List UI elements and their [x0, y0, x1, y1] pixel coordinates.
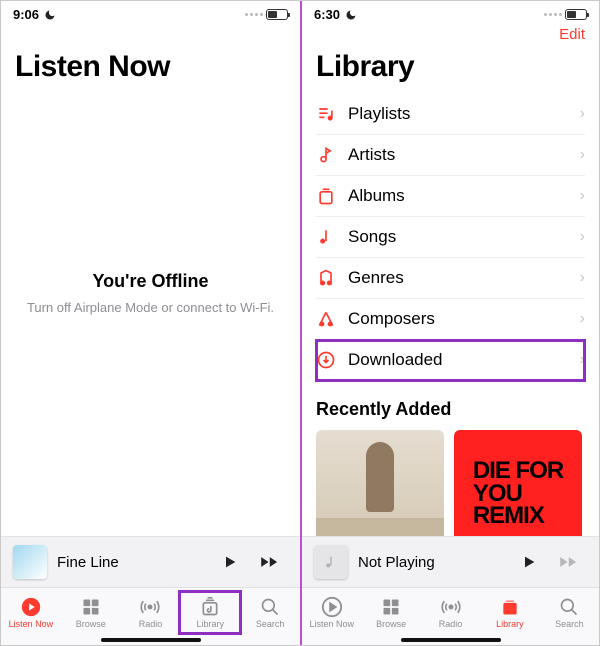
recently-added-grid[interactable]: DIE FORYOUREMIX	[302, 430, 599, 536]
chevron-right-icon: ›	[580, 105, 585, 123]
tab-listen-now[interactable]: Listen Now	[302, 592, 361, 633]
home-indicator[interactable]	[1, 635, 300, 645]
now-playing-track: Fine Line	[57, 554, 206, 571]
playlists-icon	[316, 104, 336, 124]
library-row-songs[interactable]: Songs ›	[316, 217, 585, 258]
play-circle-icon	[320, 596, 344, 618]
library-row-genres[interactable]: Genres ›	[316, 258, 585, 299]
radio-icon	[439, 596, 463, 618]
battery-icon	[565, 9, 587, 20]
play-icon[interactable]	[216, 554, 244, 570]
library-row-albums[interactable]: Albums ›	[316, 176, 585, 217]
tab-search[interactable]: Search	[540, 592, 599, 633]
tab-bar: Listen Now Browse Radio Library Search	[302, 587, 599, 635]
chevron-right-icon: ›	[580, 269, 585, 287]
page-title: Listen Now	[1, 44, 300, 94]
recently-added-header: Recently Added	[302, 381, 599, 430]
radio-icon	[138, 596, 162, 618]
artists-icon	[316, 145, 336, 165]
signal-dots	[544, 13, 562, 16]
library-row-composers[interactable]: Composers ›	[316, 299, 585, 340]
library-row-playlists[interactable]: Playlists ›	[316, 94, 585, 135]
library-row-downloaded[interactable]: Downloaded ›	[316, 340, 585, 381]
album-remix-text: DIE FORYOUREMIX	[473, 460, 563, 528]
tab-listen-now[interactable]: Listen Now	[1, 592, 61, 633]
edit-button[interactable]: Edit	[559, 26, 585, 43]
albums-icon	[316, 186, 336, 206]
tab-search[interactable]: Search	[240, 592, 300, 633]
page-title: Library	[302, 44, 599, 94]
tab-radio[interactable]: Radio	[121, 592, 181, 633]
forward-icon[interactable]	[254, 554, 288, 570]
offline-subtitle: Turn off Airplane Mode or connect to Wi-…	[15, 300, 286, 315]
status-bar: 9:06	[1, 1, 300, 24]
now-playing-bar[interactable]: Fine Line	[1, 536, 300, 587]
chevron-right-icon: ›	[580, 310, 585, 328]
tab-library[interactable]: Library	[180, 592, 240, 633]
album-art-1[interactable]	[316, 430, 444, 536]
battery-icon	[266, 9, 288, 20]
status-time: 9:06	[13, 7, 39, 22]
offline-title: You're Offline	[15, 271, 286, 292]
library-row-artists[interactable]: Artists ›	[316, 135, 585, 176]
play-icon[interactable]	[515, 554, 543, 570]
tab-radio[interactable]: Radio	[421, 592, 480, 633]
library-list: Playlists › Artists › Albums › Songs ›	[302, 94, 599, 381]
grid-icon	[379, 596, 403, 618]
status-time: 6:30	[314, 7, 340, 22]
phone-right: 6:30 Edit Library Playlists › Artists	[300, 1, 599, 645]
album-art-2[interactable]: DIE FORYOUREMIX	[454, 430, 582, 536]
now-playing-bar[interactable]: Not Playing	[302, 536, 599, 587]
signal-dots	[245, 13, 263, 16]
forward-icon[interactable]	[553, 554, 587, 570]
chevron-right-icon: ›	[580, 146, 585, 164]
now-playing-track: Not Playing	[358, 554, 505, 571]
composers-icon	[316, 309, 336, 329]
offline-message: You're Offline Turn off Airplane Mode or…	[1, 271, 300, 315]
play-circle-icon	[19, 596, 43, 618]
tab-library[interactable]: Library	[480, 592, 539, 633]
now-playing-art	[314, 545, 348, 579]
chevron-right-icon: ›	[580, 351, 585, 369]
library-icon	[498, 596, 522, 618]
now-playing-art	[13, 545, 47, 579]
genres-icon	[316, 268, 336, 288]
moon-icon	[44, 9, 56, 21]
search-icon	[557, 596, 581, 618]
home-indicator[interactable]	[302, 635, 599, 645]
tab-bar: Listen Now Browse Radio Library Search	[1, 587, 300, 635]
tab-browse[interactable]: Browse	[361, 592, 420, 633]
library-icon	[198, 596, 222, 618]
grid-icon	[79, 596, 103, 618]
chevron-right-icon: ›	[580, 228, 585, 246]
phone-left: 9:06 Listen Now You're Offline Turn off …	[1, 1, 300, 645]
songs-icon	[316, 227, 336, 247]
tab-browse[interactable]: Browse	[61, 592, 121, 633]
downloaded-icon	[316, 350, 336, 370]
status-bar: 6:30	[302, 1, 599, 24]
chevron-right-icon: ›	[580, 187, 585, 205]
search-icon	[258, 596, 282, 618]
moon-icon	[345, 9, 357, 21]
